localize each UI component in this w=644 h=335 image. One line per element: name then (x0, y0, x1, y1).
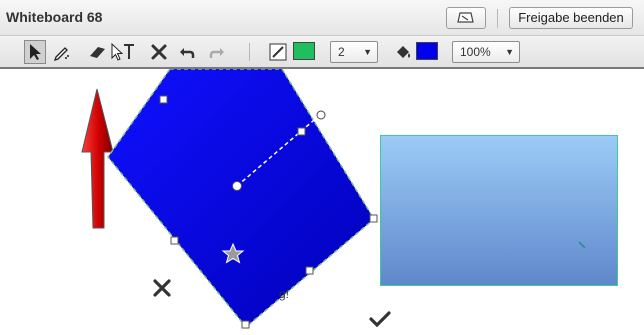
line-color-swatch[interactable] (293, 42, 315, 60)
chevron-down-icon: ▼ (505, 47, 514, 57)
selection-handle-icon (305, 266, 314, 275)
pen-icon (53, 47, 69, 61)
chevron-down-icon: ▼ (363, 47, 372, 57)
window-title: Whiteboard 68 (6, 9, 103, 25)
checkmark-icon (369, 311, 391, 328)
clear-tool-button[interactable] (148, 40, 170, 64)
selection-handle-icon (170, 236, 179, 245)
whiteboard-canvas[interactable]: g! (0, 69, 644, 335)
line-color-icon (269, 43, 287, 61)
text-tool-button[interactable] (110, 40, 136, 64)
restore-icon (457, 12, 474, 23)
line-color-tool[interactable] (267, 40, 289, 64)
selection-handle-icon (241, 320, 250, 329)
canvas-text[interactable]: g! (279, 287, 289, 301)
undo-icon (180, 48, 195, 58)
zoom-dropdown[interactable]: 100% ▼ (452, 41, 520, 63)
redo-tool-button[interactable] (206, 40, 228, 64)
pen-tool-button[interactable] (50, 40, 72, 64)
drawing-layer (81, 69, 391, 329)
eraser-icon (90, 47, 105, 58)
eraser-tool-button[interactable] (86, 40, 108, 64)
fill-color-swatch[interactable] (416, 42, 438, 60)
selection-handle-icon (297, 127, 306, 136)
fill-color-tool[interactable] (392, 40, 414, 64)
end-share-button[interactable]: Freigabe beenden (509, 7, 633, 29)
select-tool-button[interactable] (24, 40, 46, 64)
clear-x-icon (151, 44, 167, 60)
delete-x-icon (153, 279, 171, 297)
undo-tool-button[interactable] (176, 40, 198, 64)
title-separator (497, 9, 498, 28)
selection-handle-icon (369, 214, 378, 223)
redo-icon (209, 48, 224, 58)
paint-bucket-icon (397, 46, 410, 58)
text-T-icon (111, 42, 134, 61)
rotation-handle-icon (316, 110, 326, 120)
line-width-value: 2 (338, 45, 345, 59)
selection-handle-icon (159, 95, 168, 104)
toolbar-separator (249, 43, 250, 61)
rotated-rectangle-shape[interactable] (107, 69, 375, 329)
arrow-pointer-icon (30, 44, 41, 60)
restore-button[interactable] (446, 7, 486, 29)
line-width-dropdown[interactable]: 2 ▼ (330, 41, 378, 63)
zoom-value: 100% (460, 45, 491, 59)
center-handle-icon (232, 181, 242, 191)
